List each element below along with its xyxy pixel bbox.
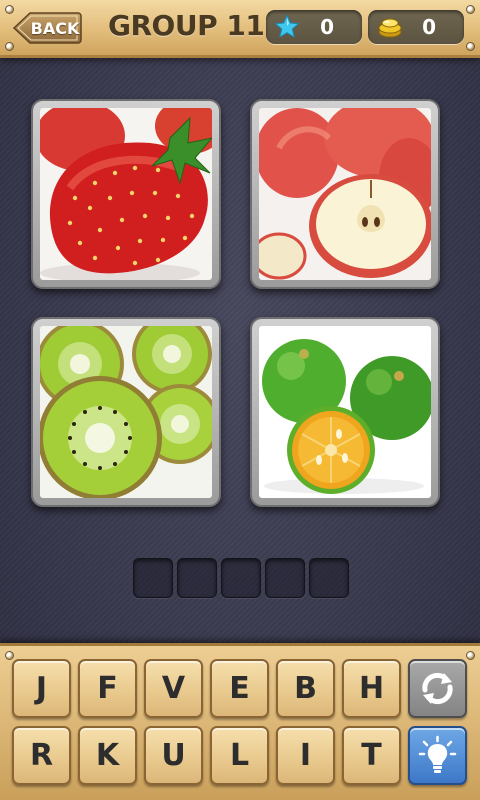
letter-key[interactable]: V [144,659,203,718]
letter-key[interactable]: B [276,659,335,718]
answer-slot[interactable] [133,558,173,598]
screw-icon [466,651,475,660]
page-title: GROUP 11 [108,9,265,42]
image-tile-lime [250,317,440,507]
letter-key[interactable]: I [276,726,335,785]
stars-counter: 0 [266,10,362,44]
image-tile-apple [250,99,440,289]
strawberry-photo [40,108,212,280]
apple-photo [259,108,431,280]
screw-icon [466,5,475,14]
letter-key[interactable]: E [210,659,269,718]
letter-key[interactable]: R [12,726,71,785]
answer-slot[interactable] [177,558,217,598]
letter-key[interactable]: J [12,659,71,718]
answer-slot[interactable] [221,558,261,598]
screw-icon [5,651,14,660]
letter-key[interactable]: T [342,726,401,785]
coins-icon [378,18,402,38]
lightbulb-icon [418,735,457,773]
letter-key[interactable]: K [78,726,137,785]
hint-button[interactable] [408,726,467,785]
back-button[interactable]: BACK [12,11,82,45]
kiwi-photo [40,326,212,498]
letter-key[interactable]: U [144,726,203,785]
screw-icon [466,42,475,51]
lime-photo [259,326,431,498]
star-icon [274,14,300,39]
image-tile-kiwi [31,317,221,507]
back-label: BACK [30,19,80,38]
coins-counter: 0 [368,10,464,44]
letter-key[interactable]: L [210,726,269,785]
answer-slot[interactable] [309,558,349,598]
top-bar: BACK GROUP 11 0 0 [0,0,480,58]
answer-slot[interactable] [265,558,305,598]
shuffle-icon [422,672,453,705]
letter-key[interactable]: H [342,659,401,718]
coins-value: 0 [422,15,436,39]
shuffle-button[interactable] [408,659,467,718]
letter-key[interactable]: F [78,659,137,718]
image-tile-strawberry [31,99,221,289]
stars-value: 0 [320,15,334,39]
